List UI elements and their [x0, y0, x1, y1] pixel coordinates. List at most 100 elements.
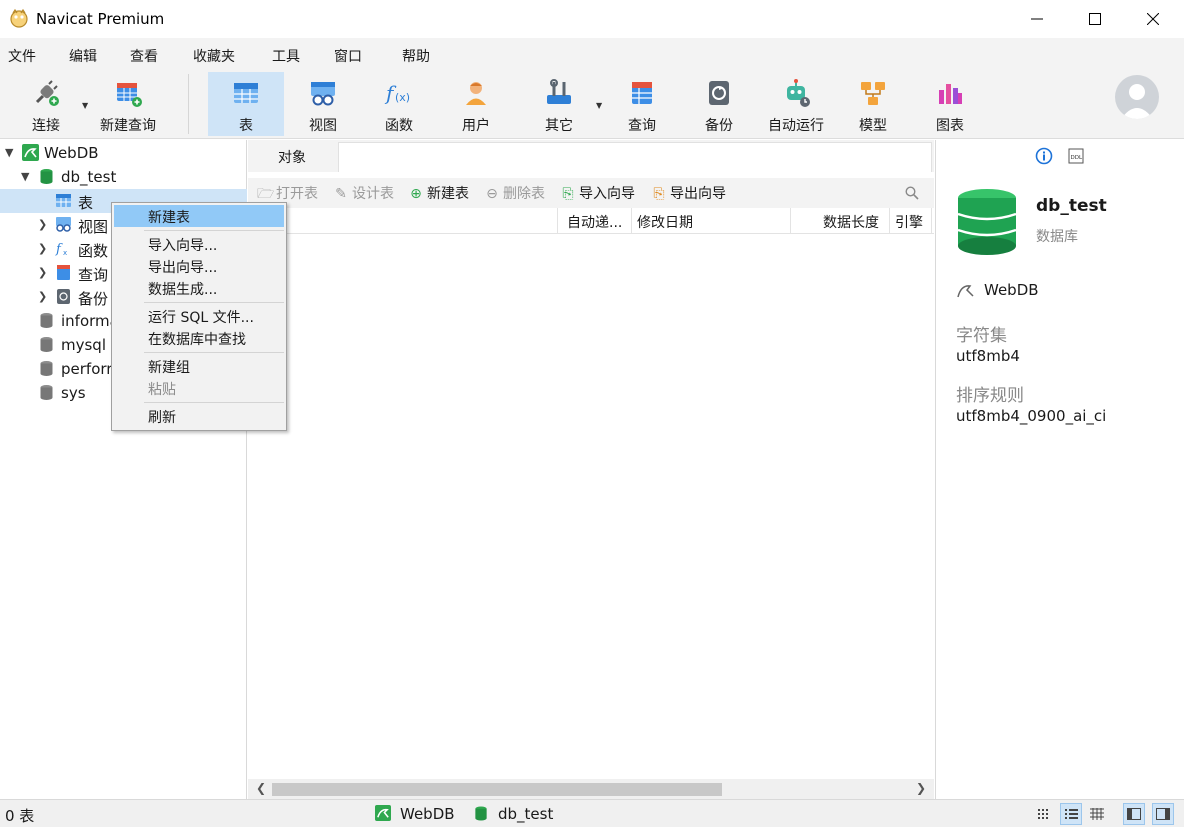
charset-label: 字符集 [956, 326, 1007, 346]
menu-item-find-in-database[interactable]: 在数据库中查找 [114, 327, 284, 349]
automation-button[interactable]: 自动运行 [760, 72, 832, 136]
menu-item-new-table[interactable]: 新建表 [114, 205, 284, 227]
model-button[interactable]: 模型 [840, 72, 906, 136]
menu-favorites[interactable]: 收藏夹 [193, 46, 235, 66]
table-label: 表 [239, 118, 253, 134]
menu-item-data-generation[interactable]: 数据生成... [114, 277, 284, 299]
column-data-length[interactable]: 数据长度 [823, 212, 879, 232]
column-divider [931, 208, 932, 234]
menu-item-label: 导入向导... [148, 238, 218, 254]
menu-window[interactable]: 窗口 [334, 46, 362, 66]
menu-item-run-sql-file[interactable]: 运行 SQL 文件... [114, 305, 284, 327]
list-detail-icon [1065, 809, 1078, 819]
er-view-button[interactable] [1086, 803, 1108, 825]
new-table-button[interactable]: ⊕ 新建表 [408, 183, 469, 203]
table-button[interactable]: 表 [208, 72, 284, 136]
tree-connection-webdb[interactable]: ▼ WebDB [0, 141, 247, 165]
chevron-right-icon[interactable]: ❯ [38, 218, 47, 231]
menu-item-refresh[interactable]: 刷新 [114, 405, 284, 427]
column-auto-increment[interactable]: 自动递... [567, 212, 622, 232]
export-wizard-button[interactable]: ⎘ 导出向导 [651, 183, 726, 203]
tree-label: 表 [78, 194, 94, 212]
query-icon [632, 82, 652, 104]
new-query-button[interactable]: 新建查询 [92, 72, 164, 136]
menu-item-label: 运行 SQL 文件... [148, 310, 254, 326]
info-icon[interactable] [1035, 147, 1053, 165]
query-button[interactable]: 查询 [609, 72, 675, 136]
scroll-right-icon[interactable]: ❯ [916, 781, 926, 795]
menu-help[interactable]: 帮助 [402, 46, 430, 66]
database-icon [40, 337, 53, 352]
object-count: 0 表 [5, 807, 35, 825]
object-name: db_test [1036, 196, 1107, 216]
delete-table-button[interactable]: ⊖ 删除表 [484, 183, 545, 203]
new-table-label: 新建表 [427, 186, 469, 202]
chevron-right-icon[interactable]: ❯ [38, 266, 47, 279]
maximize-button[interactable] [1066, 0, 1124, 38]
horizontal-scrollbar[interactable]: ❮ ❯ [248, 779, 934, 799]
tree-database-db-test[interactable]: ▼ db_test [0, 165, 247, 189]
toolbar-separator [188, 74, 189, 134]
menu-separator [144, 352, 284, 353]
close-button[interactable] [1124, 0, 1182, 38]
chevron-right-icon[interactable]: ❯ [38, 242, 47, 255]
chevron-down-icon[interactable]: ▼ [5, 146, 13, 159]
function-label: 函数 [385, 118, 413, 134]
other-label: 其它 [545, 118, 573, 134]
detail-view-button[interactable] [1060, 803, 1082, 825]
menu-file[interactable]: 文件 [8, 46, 36, 66]
column-divider [889, 208, 890, 234]
menu-item-import-wizard[interactable]: 导入向导... [114, 233, 284, 255]
robot-icon [787, 79, 810, 107]
import-wizard-button[interactable]: ⎘ 导入向导 [560, 183, 635, 203]
chevron-right-icon[interactable]: ❯ [38, 290, 47, 303]
import-wizard-label: 导入向导 [579, 186, 635, 202]
list-view-button[interactable] [1033, 803, 1055, 825]
column-divider [557, 208, 558, 234]
maximize-icon [1089, 13, 1101, 25]
grid-icon [1090, 808, 1104, 820]
toggle-right-panel-button[interactable] [1152, 803, 1174, 825]
other-dropdown-icon[interactable]: ▼ [596, 101, 602, 110]
ddl-icon[interactable]: DDL [1068, 148, 1084, 164]
view-button[interactable]: 视图 [290, 72, 356, 136]
minimize-button[interactable] [1008, 0, 1066, 38]
chevron-down-icon[interactable]: ▼ [21, 170, 29, 183]
connect-button[interactable]: 连接 [14, 72, 78, 136]
menu-edit[interactable]: 编辑 [69, 46, 97, 66]
scroll-left-icon[interactable]: ❮ [256, 781, 266, 795]
database-icon [475, 806, 487, 821]
menu-item-label: 在数据库中查找 [148, 332, 246, 348]
user-button[interactable]: 用户 [443, 72, 509, 136]
view-icon [311, 82, 335, 106]
tab-objects[interactable]: 对象 [248, 140, 338, 172]
column-engine[interactable]: 引擎 [895, 212, 923, 232]
menu-bar: 文件 编辑 查看 收藏夹 工具 窗口 帮助 [0, 38, 1184, 70]
avatar[interactable] [1115, 75, 1159, 119]
backup-button[interactable]: 备份 [686, 72, 752, 136]
context-menu: 新建表 导入向导... 导出向导... 数据生成... 运行 SQL 文件...… [111, 202, 287, 431]
user-label: 用户 [462, 118, 490, 134]
menu-item-export-wizard[interactable]: 导出向导... [114, 255, 284, 277]
menu-tools[interactable]: 工具 [272, 46, 300, 66]
chart-button[interactable]: 图表 [917, 72, 983, 136]
menu-view[interactable]: 查看 [130, 46, 158, 66]
view-label: 视图 [309, 118, 337, 134]
connect-dropdown-icon[interactable]: ▼ [82, 101, 88, 110]
object-type: 数据库 [1036, 229, 1078, 245]
menu-item-paste[interactable]: 粘贴 [114, 377, 284, 399]
plug-icon [35, 80, 59, 106]
mysql-connection-icon [22, 144, 39, 161]
other-button[interactable]: 其它 [526, 72, 592, 136]
minus-circle-icon: ⊖ [486, 186, 498, 202]
design-table-button[interactable]: ✎ 设计表 [333, 183, 394, 203]
toggle-left-panel-button[interactable] [1123, 803, 1145, 825]
automation-label: 自动运行 [768, 118, 824, 134]
search-icon[interactable] [905, 186, 919, 200]
backup-icon [709, 81, 729, 105]
menu-item-new-group[interactable]: 新建组 [114, 355, 284, 377]
function-button[interactable]: f (x) 函数 [366, 72, 432, 136]
tree-label: db_test [61, 168, 117, 186]
scrollbar-thumb[interactable] [272, 783, 722, 796]
column-modified-date[interactable]: 修改日期 [637, 212, 693, 232]
